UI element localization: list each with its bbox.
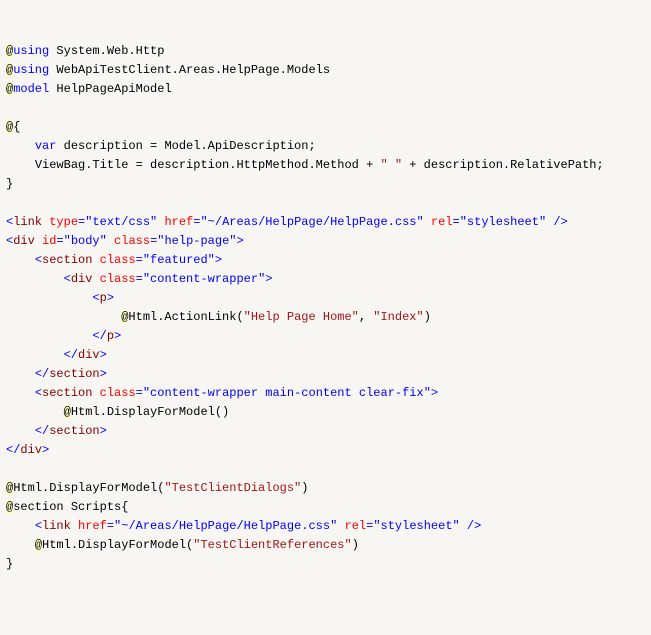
- attr-value: "content-wrapper main-content clear-fix": [143, 386, 431, 400]
- statement: + description.RelativePath;: [402, 158, 604, 172]
- tag-name: div: [13, 234, 35, 248]
- code-line: </div>: [6, 443, 49, 457]
- attr-value: "featured": [143, 253, 215, 267]
- method: .DisplayForModel(): [100, 405, 230, 419]
- attr: class: [114, 234, 150, 248]
- code-line: }: [6, 557, 13, 571]
- attr: rel: [431, 215, 453, 229]
- brace: {: [13, 120, 20, 134]
- code-line: @using WebApiTestClient.Areas.HelpPage.M…: [6, 63, 330, 77]
- code-line: </p>: [6, 329, 121, 343]
- html-helper: Html: [13, 481, 42, 495]
- attr-value: "stylesheet": [373, 519, 459, 533]
- namespace: System.Web.Http: [56, 44, 164, 58]
- html-helper: Html: [71, 405, 100, 419]
- attr-value: "help-page": [157, 234, 236, 248]
- keyword: using: [13, 63, 49, 77]
- keyword: using: [13, 44, 49, 58]
- model-type: HelpPageApiModel: [56, 82, 171, 96]
- code-line: <link type="text/css" href="~/Areas/Help…: [6, 215, 568, 229]
- tag-name: div: [78, 348, 100, 362]
- attr: type: [49, 215, 78, 229]
- angle-bracket: />: [546, 215, 568, 229]
- section-decl: section Scripts{: [13, 500, 128, 514]
- attr-value: "body": [64, 234, 107, 248]
- code-line: @Html.ActionLink("Help Page Home", "Inde…: [6, 310, 431, 324]
- code-line: ViewBag.Title = description.HttpMethod.M…: [6, 158, 604, 172]
- razor-at: @: [35, 538, 42, 552]
- keyword: model: [13, 82, 49, 96]
- code-line: @using System.Web.Http: [6, 44, 164, 58]
- code-line: <link href="~/Areas/HelpPage/HelpPage.cs…: [6, 519, 481, 533]
- code-line: <section class="content-wrapper main-con…: [6, 386, 438, 400]
- method: .DisplayForModel(: [71, 538, 193, 552]
- keyword: var: [35, 139, 57, 153]
- tag-name: section: [42, 386, 92, 400]
- code-line: <section class="featured">: [6, 253, 222, 267]
- code-line: @Html.DisplayForModel("TestClientDialogs…: [6, 481, 308, 495]
- attr-value: "~/Areas/HelpPage/HelpPage.css": [114, 519, 337, 533]
- method: .DisplayForModel(: [42, 481, 164, 495]
- namespace: WebApiTestClient.Areas.HelpPage.Models: [56, 63, 330, 77]
- attr-value: "~/Areas/HelpPage/HelpPage.css": [200, 215, 423, 229]
- attr: class: [100, 272, 136, 286]
- string: "Help Page Home": [244, 310, 359, 324]
- string: "Index": [373, 310, 423, 324]
- code-line: @section Scripts{: [6, 500, 128, 514]
- tag-name: link: [42, 519, 71, 533]
- razor-at: @: [64, 405, 71, 419]
- string: "TestClientReferences": [193, 538, 351, 552]
- tag-name: div: [71, 272, 93, 286]
- code-line: <div class="content-wrapper">: [6, 272, 272, 286]
- attr: class: [100, 253, 136, 267]
- attr: class: [100, 386, 136, 400]
- code-line: @model HelpPageApiModel: [6, 82, 172, 96]
- code-line: <p>: [6, 291, 114, 305]
- code-line: </div>: [6, 348, 107, 362]
- tag-name: section: [49, 424, 99, 438]
- code-line: @Html.DisplayForModel("TestClientReferen…: [6, 538, 359, 552]
- code-line: </section>: [6, 367, 107, 381]
- code-line: }: [6, 177, 13, 191]
- method: .ActionLink(: [157, 310, 243, 324]
- code-block: @using System.Web.Http @using WebApiTest…: [6, 42, 645, 574]
- code-line: @{: [6, 120, 20, 134]
- string: "TestClientDialogs": [164, 481, 301, 495]
- tag-name: p: [100, 291, 107, 305]
- code-line: <div id="body" class="help-page">: [6, 234, 244, 248]
- tag-name: p: [107, 329, 114, 343]
- attr-value: "stylesheet": [460, 215, 546, 229]
- html-helper: Html: [42, 538, 71, 552]
- attr: href: [164, 215, 193, 229]
- statement: description = Model.ApiDescription;: [56, 139, 315, 153]
- code-line: @Html.DisplayForModel(): [6, 405, 229, 419]
- tag-name: section: [49, 367, 99, 381]
- tag-name: link: [13, 215, 42, 229]
- tag-name: div: [20, 443, 42, 457]
- tag-name: section: [42, 253, 92, 267]
- statement: ViewBag.Title = description.HttpMethod.M…: [35, 158, 381, 172]
- attr: id: [42, 234, 56, 248]
- attr: href: [78, 519, 107, 533]
- html-helper: Html: [128, 310, 157, 324]
- attr-value: "text/css": [85, 215, 157, 229]
- attr-value: "content-wrapper": [143, 272, 265, 286]
- attr: rel: [345, 519, 367, 533]
- string: " ": [380, 158, 402, 172]
- code-line: var description = Model.ApiDescription;: [6, 139, 316, 153]
- code-line: </section>: [6, 424, 107, 438]
